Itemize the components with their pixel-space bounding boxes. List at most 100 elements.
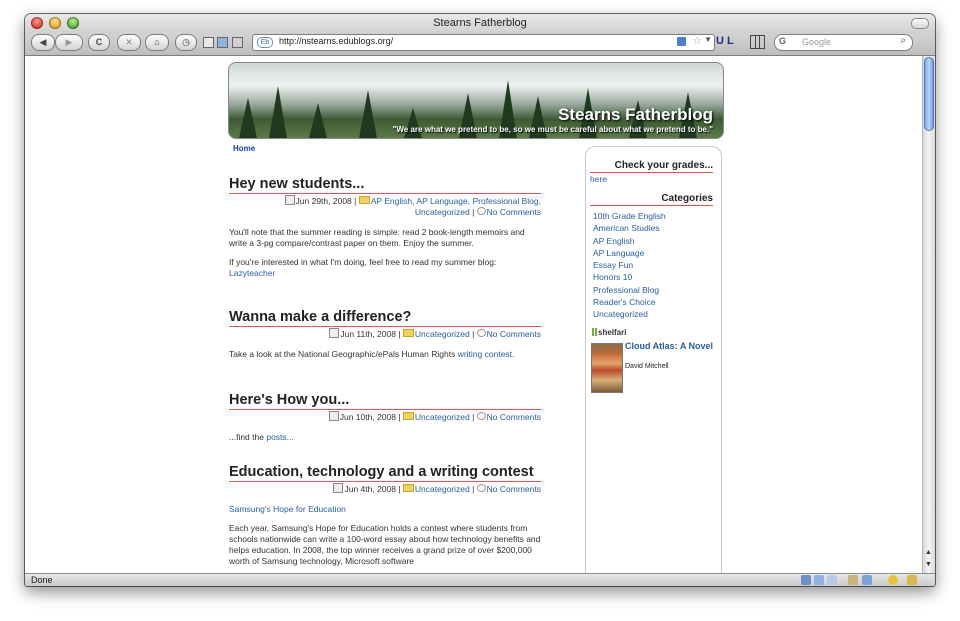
post-title[interactable]: Hey new students... (229, 176, 541, 194)
browser-window: Stearns Fatherblog ◀ ▶ C ✕ ⌂ ◷ Eb http:/… (25, 14, 935, 586)
lock-icon[interactable] (232, 37, 243, 48)
comment-icon (476, 412, 486, 420)
grid-icon[interactable] (750, 35, 765, 49)
lazyteacher-link[interactable]: Lazyteacher (229, 268, 275, 278)
shelf-icon (592, 328, 594, 336)
book-cover-image[interactable] (591, 343, 623, 393)
scroll-down-arrow-icon[interactable]: ▼ (925, 561, 932, 568)
chevron-down-icon[interactable]: ▼ (704, 35, 712, 44)
post-title[interactable]: Education, technology and a writing cont… (229, 464, 541, 482)
gear-icon[interactable] (907, 575, 917, 585)
post-paragraph: Each year, Samsung's Hope for Education … (229, 523, 541, 566)
grades-link[interactable]: here (590, 174, 721, 184)
bookmark-icon[interactable] (203, 37, 214, 48)
rss-icon[interactable] (677, 37, 686, 46)
categories-heading: Categories (590, 193, 713, 206)
vertical-scrollbar[interactable]: ▲ ▼ (922, 56, 935, 573)
page-content: Stearns Fatherblog "We are what we prete… (25, 56, 923, 573)
addon-icon[interactable] (848, 575, 858, 585)
post-comments-link[interactable]: No Comments (487, 484, 541, 494)
shelfari-logo[interactable]: shelfari (592, 328, 626, 337)
blog-banner: Stearns Fatherblog "We are what we prete… (228, 62, 724, 139)
tree-graphic (359, 90, 377, 138)
search-engine-icon[interactable]: G (779, 36, 786, 46)
tree-graphic (309, 103, 327, 138)
sidebar-icon[interactable] (217, 37, 228, 48)
addon-icon[interactable] (814, 575, 824, 585)
post-2: Wanna make a difference? Jun 11th, 2008 … (229, 309, 541, 368)
home-button[interactable]: ⌂ (145, 34, 169, 51)
post-paragraph: Samsung's Hope for Education (229, 504, 541, 515)
back-button[interactable]: ◀ (31, 34, 55, 51)
addon-icon[interactable] (862, 575, 872, 585)
post-meta: Jun 4th, 2008 | Uncategorized | No Comme… (229, 483, 541, 495)
comment-icon (476, 207, 486, 215)
calendar-icon (329, 328, 340, 338)
search-input[interactable]: Google (802, 37, 831, 47)
history-button[interactable]: ◷ (175, 34, 197, 51)
post-comments-link[interactable]: No Comments (487, 329, 541, 339)
category-item[interactable]: Uncategorized (593, 308, 721, 320)
post-body: You'll note that the summer reading is s… (229, 227, 541, 279)
post-paragraph: If you're interested in what I'm doing, … (229, 257, 497, 278)
post-comments-link[interactable]: No Comments (487, 412, 541, 422)
category-item[interactable]: Essay Fun (593, 259, 721, 271)
post-body: Samsung's Hope for Education Each year, … (229, 504, 541, 567)
browser-toolbar: ◀ ▶ C ✕ ⌂ ◷ Eb http://nstearns.edublogs.… (25, 34, 935, 56)
tree-graphic (239, 98, 257, 138)
scroll-up-arrow-icon[interactable]: ▲ (925, 549, 932, 556)
post-title[interactable]: Here's How you... (229, 392, 541, 410)
post-body: Take a look at the National Geographic/e… (229, 349, 541, 360)
url-input[interactable]: http://nstearns.edublogs.org/ (279, 36, 393, 46)
category-item[interactable]: AP Language (593, 247, 721, 259)
address-bar[interactable]: Eb http://nstearns.edublogs.org/ ☆ ▼ (252, 34, 715, 51)
nav-home-link[interactable]: Home (233, 144, 255, 153)
tree-graphic (269, 86, 287, 138)
category-item[interactable]: Professional Blog (593, 284, 721, 296)
magnifier-icon[interactable]: ⌕ (900, 35, 906, 46)
addon-icon[interactable] (801, 575, 811, 585)
post-3: Here's How you... Jun 10th, 2008 | Uncat… (229, 392, 541, 451)
posts-link[interactable]: posts... (266, 432, 293, 442)
post-title[interactable]: Wanna make a difference? (229, 309, 541, 327)
toolbar-toggle-button[interactable] (911, 18, 929, 29)
post-categories[interactable]: Uncategorized (415, 329, 470, 339)
post-paragraph: You'll note that the summer reading is s… (229, 227, 525, 248)
blog-tagline: "We are what we pretend to be, so we mus… (392, 125, 713, 134)
post-meta: Jun 11th, 2008 | Uncategorized | No Comm… (229, 328, 541, 340)
category-item[interactable]: AP English (593, 235, 721, 247)
grades-heading: Check your grades... (590, 160, 713, 173)
post-categories[interactable]: Uncategorized (415, 484, 470, 494)
writing-contest-link[interactable]: writing contest (458, 349, 512, 359)
smiley-icon[interactable] (888, 575, 898, 585)
blog-title[interactable]: Stearns Fatherblog (558, 105, 713, 125)
title-bar[interactable]: Stearns Fatherblog (25, 14, 935, 34)
post-4: Education, technology and a writing cont… (229, 464, 541, 573)
post-body: ...find the posts... (229, 432, 541, 443)
samsung-link[interactable]: Samsung's Hope for Education (229, 504, 346, 514)
folder-icon (358, 196, 370, 204)
book-title-link[interactable]: Cloud Atlas: A Novel (625, 341, 715, 352)
category-item[interactable]: Honors 10 (593, 271, 721, 283)
category-item[interactable]: 10th Grade English (593, 210, 721, 222)
forward-button[interactable]: ▶ (55, 34, 83, 51)
mail-icon[interactable] (827, 575, 837, 585)
category-item[interactable]: American Studies (593, 222, 721, 234)
post-date: Jun 11th, 2008 (340, 329, 396, 339)
folder-icon (402, 484, 414, 492)
folder-icon (402, 329, 414, 337)
post-categories[interactable]: Uncategorized (415, 412, 470, 422)
usl-addon-button[interactable]: U L (716, 35, 734, 47)
sidebar: Check your grades... here Categories 10t… (585, 146, 722, 573)
folder-icon (402, 412, 414, 420)
category-item[interactable]: Reader's Choice (593, 296, 721, 308)
search-field[interactable]: G Google ⌕ (774, 34, 913, 51)
star-icon[interactable]: ☆ (692, 34, 702, 47)
post-1: Hey new students... Jun 29th, 2008 | AP … (229, 176, 541, 287)
calendar-icon (328, 411, 339, 421)
stop-button[interactable]: ✕ (117, 34, 141, 51)
reload-button[interactable]: C (88, 34, 110, 51)
post-comments-link[interactable]: No Comments (487, 207, 541, 217)
scrollbar-thumb[interactable] (924, 57, 934, 131)
post-date: Jun 4th, 2008 (344, 484, 396, 494)
